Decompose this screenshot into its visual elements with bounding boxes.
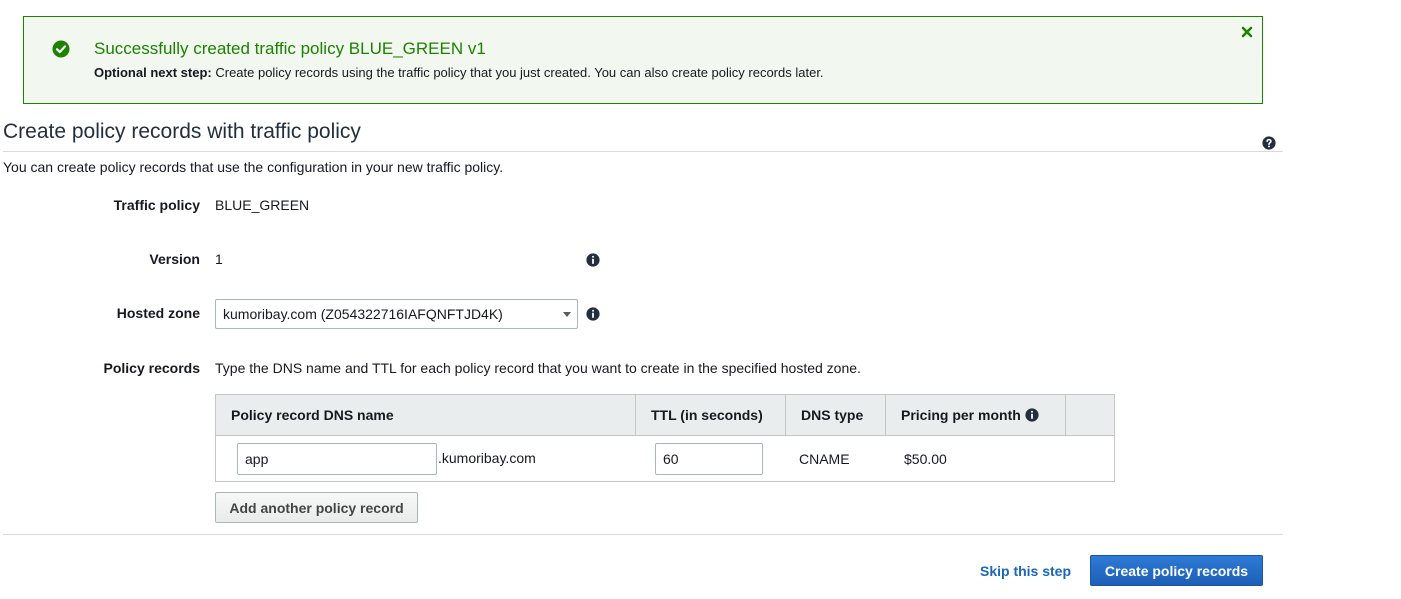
flash-message: Optional next step: Create policy record… bbox=[94, 65, 824, 80]
flash-title: Successfully created traffic policy BLUE… bbox=[94, 39, 486, 58]
hosted-zone-select[interactable]: kumoribay.com (Z054322716IAFQNFTJD4K) bbox=[215, 299, 578, 329]
policy-records-description: Type the DNS name and TTL for each polic… bbox=[215, 360, 861, 376]
footer-divider bbox=[3, 534, 1283, 535]
caret-down-icon bbox=[563, 312, 571, 317]
next-step-label: Optional next step: bbox=[94, 65, 212, 80]
domain-suffix: .kumoribay.com bbox=[438, 450, 536, 466]
table-header: Policy record DNS name TTL (in seconds) … bbox=[216, 395, 1114, 436]
hosted-zone-selected: kumoribay.com (Z054322716IAFQNFTJD4K) bbox=[223, 306, 503, 322]
pricing-value: $50.00 bbox=[904, 451, 947, 467]
skip-step-button[interactable]: Skip this step bbox=[980, 563, 1071, 579]
column-header-dns-type: DNS type bbox=[786, 395, 886, 435]
dns-name-input[interactable] bbox=[237, 443, 437, 475]
traffic-policy-label: Traffic policy bbox=[113, 197, 200, 213]
check-circle-icon bbox=[52, 40, 70, 58]
ttl-input[interactable] bbox=[655, 443, 763, 475]
help-icon[interactable] bbox=[1262, 136, 1276, 150]
policy-records-table: Policy record DNS name TTL (in seconds) … bbox=[215, 394, 1115, 482]
column-header-actions bbox=[1066, 395, 1114, 435]
create-policy-records-button[interactable]: Create policy records bbox=[1090, 555, 1263, 586]
version-info-icon[interactable] bbox=[586, 253, 600, 267]
next-step-text: Create policy records using the traffic … bbox=[211, 65, 824, 80]
version-value: 1 bbox=[215, 251, 223, 267]
intro-text: You can create policy records that use t… bbox=[3, 159, 504, 175]
close-icon[interactable] bbox=[1240, 25, 1254, 39]
hosted-zone-info-icon[interactable] bbox=[586, 307, 600, 321]
version-label: Version bbox=[149, 251, 200, 267]
pricing-info-icon[interactable] bbox=[1025, 408, 1039, 422]
heading-divider bbox=[3, 151, 1283, 152]
success-flash: Successfully created traffic policy BLUE… bbox=[23, 16, 1263, 104]
hosted-zone-label: Hosted zone bbox=[116, 305, 200, 321]
column-header-dns-name: Policy record DNS name bbox=[216, 395, 636, 435]
page-title: Create policy records with traffic polic… bbox=[3, 120, 361, 143]
column-header-ttl: TTL (in seconds) bbox=[636, 395, 786, 435]
column-header-pricing: Pricing per month bbox=[886, 395, 1066, 435]
policy-records-label: Policy records bbox=[103, 360, 201, 376]
add-policy-record-button[interactable]: Add another policy record bbox=[215, 492, 418, 523]
traffic-policy-value: BLUE_GREEN bbox=[215, 197, 310, 213]
dns-type-value: CNAME bbox=[799, 451, 850, 467]
